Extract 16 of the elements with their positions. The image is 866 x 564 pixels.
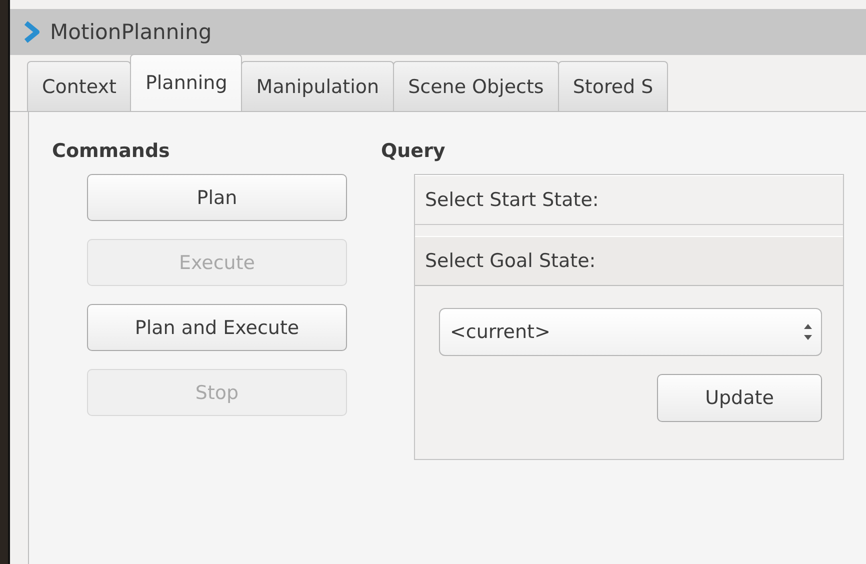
tab[interactable]: Context	[27, 61, 132, 111]
toolbox-header[interactable]: Select Start State:	[415, 175, 843, 225]
command-button[interactable]: Plan	[87, 174, 347, 221]
tab[interactable]: Stored S	[558, 61, 668, 111]
toolbox-header[interactable]: Select Goal State:	[415, 236, 843, 286]
command-button[interactable]: Plan and Execute	[87, 304, 347, 351]
section-heading: Commands	[52, 140, 171, 162]
tab[interactable]: Scene Objects	[393, 61, 559, 111]
tab[interactable]: Planning	[130, 54, 242, 111]
section-heading: Query	[381, 140, 446, 162]
window-title: MotionPlanning	[50, 20, 212, 44]
dropdown-value: <current>	[450, 321, 550, 343]
chevron-icon	[24, 21, 40, 43]
tab[interactable]: Manipulation	[241, 61, 394, 111]
update-button[interactable]: Update	[657, 374, 822, 422]
state-dropdown[interactable]: <current>	[439, 308, 822, 356]
